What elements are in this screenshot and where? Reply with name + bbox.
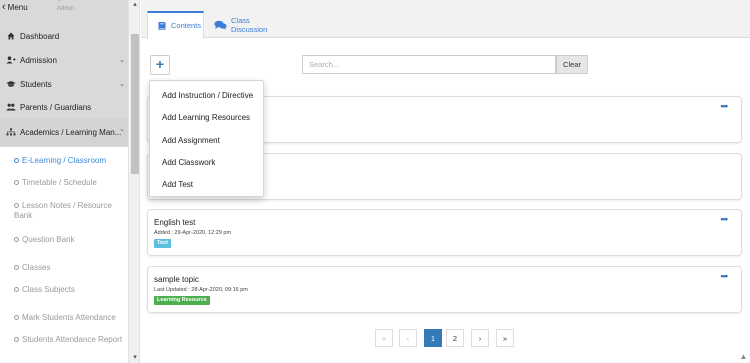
sidebar-subitem-label: Class Subjects bbox=[22, 285, 75, 294]
sidebar-item-label: Students bbox=[20, 79, 52, 89]
pagination-page-2[interactable]: 2 bbox=[446, 329, 464, 347]
sidebar-item-parents-guardians[interactable]: Parents / Guardians bbox=[0, 96, 128, 118]
sidebar-item-label: Admission bbox=[20, 55, 57, 65]
menu-item-add-assignment[interactable]: Add Assignment bbox=[150, 130, 263, 150]
sidebar-subitem-label: Question Bank bbox=[22, 235, 75, 244]
sidebar-subitem-class-subjects[interactable]: Class Subjects bbox=[0, 285, 128, 295]
sidebar-item-label: Dashboard bbox=[20, 31, 60, 41]
chevron-left-icon: ‹ bbox=[2, 1, 6, 13]
circle-icon bbox=[14, 287, 19, 292]
card-title: sample topic bbox=[154, 275, 199, 284]
chevron-down-icon: ⌄ bbox=[119, 126, 125, 133]
sidebar-subitem-mark-attendance[interactable]: Mark Students Attendance bbox=[0, 313, 128, 323]
circle-icon bbox=[14, 237, 19, 242]
add-content-dropdown: Add Instruction / Directive Add Learning… bbox=[149, 80, 264, 197]
user-plus-icon bbox=[6, 56, 16, 64]
users-icon bbox=[6, 103, 16, 111]
sidebar-subitem-timetable[interactable]: Timetable / Schedule bbox=[0, 178, 128, 188]
type-badge: Test bbox=[154, 239, 171, 248]
sidebar-subitem-label: E-Learning / Classroom bbox=[22, 156, 107, 165]
sidebar-item-students[interactable]: Students ⌄ bbox=[0, 73, 128, 95]
menu-item-add-instruction[interactable]: Add Instruction / Directive bbox=[150, 85, 263, 105]
circle-icon bbox=[14, 158, 19, 163]
circle-icon bbox=[14, 337, 19, 342]
user-role: Admin bbox=[57, 6, 75, 12]
clear-button[interactable]: Clear bbox=[556, 55, 588, 74]
ellipsis-icon[interactable]: ••• bbox=[721, 101, 729, 111]
tab-contents[interactable]: Contents bbox=[147, 11, 204, 39]
search-input[interactable] bbox=[302, 55, 556, 74]
sidebar-subitem-question-bank[interactable]: Question Bank bbox=[0, 235, 128, 245]
menu-toggle-button[interactable]: ‹ Menu bbox=[2, 1, 28, 13]
sidebar-subitem-classes[interactable]: Classes bbox=[0, 263, 128, 273]
sidebar-subitem-e-learning[interactable]: E-Learning / Classroom bbox=[0, 156, 128, 166]
content-card[interactable]: English test Added : 29-Apr-2020, 12:29 … bbox=[147, 209, 742, 256]
comments-icon bbox=[214, 20, 227, 30]
sidebar-item-academics[interactable]: Academics / Learning Man... ⌄ bbox=[0, 118, 128, 146]
chevron-down-icon: ⌄ bbox=[119, 81, 125, 88]
pagination-last[interactable]: » bbox=[496, 329, 514, 347]
scroll-down-icon[interactable]: ▾ bbox=[129, 353, 139, 363]
book-icon bbox=[157, 21, 167, 31]
home-icon bbox=[6, 32, 16, 40]
circle-icon bbox=[14, 315, 19, 320]
sidebar-subitem-attendance-report[interactable]: Students Attendance Report bbox=[0, 335, 128, 345]
tab-label: Class Discussion bbox=[231, 15, 268, 34]
sidebar-item-dashboard[interactable]: Dashboard bbox=[0, 25, 128, 47]
menu-item-add-test[interactable]: Add Test bbox=[150, 174, 263, 194]
tabs-bar: Contents Class Discussion bbox=[141, 0, 750, 39]
circle-icon bbox=[14, 180, 19, 185]
chevron-down-icon: ⌄ bbox=[119, 57, 125, 64]
sidebar-header: ‹ Menu ... Admin bbox=[0, 0, 128, 24]
sidebar-subitem-label: Students Attendance Report bbox=[22, 335, 123, 344]
circle-icon bbox=[14, 265, 19, 270]
scrollbar-thumb[interactable] bbox=[131, 34, 139, 174]
add-content-button[interactable]: + bbox=[150, 55, 170, 75]
sidebar-item-label: Academics / Learning Man... bbox=[20, 127, 122, 137]
pagination-page-1[interactable]: 1 bbox=[424, 329, 442, 347]
graduation-cap-icon bbox=[6, 80, 16, 88]
pagination-next[interactable]: › bbox=[471, 329, 489, 347]
menu-item-add-learning-resources[interactable]: Add Learning Resources bbox=[150, 107, 263, 127]
menu-item-add-classwork[interactable]: Add Classwork bbox=[150, 152, 263, 172]
sitemap-icon bbox=[6, 128, 16, 136]
ellipsis-icon[interactable]: ••• bbox=[721, 271, 729, 281]
tab-label: Contents bbox=[171, 21, 202, 30]
menu-label: Menu bbox=[7, 3, 28, 12]
card-meta: Last Updated : 28-Apr-2020, 09:16 pm bbox=[154, 287, 248, 293]
tab-class-discussion[interactable]: Class Discussion bbox=[205, 11, 293, 38]
sidebar-subitem-label: Mark Students Attendance bbox=[22, 313, 116, 322]
sidebar-scrollbar[interactable]: ▴ ▾ bbox=[128, 0, 139, 363]
card-meta: Added : 29-Apr-2020, 12:29 pm bbox=[154, 230, 232, 236]
sidebar-subitem-label: Classes bbox=[22, 263, 51, 272]
content-card[interactable]: sample topic Last Updated : 28-Apr-2020,… bbox=[147, 266, 742, 313]
circle-icon bbox=[14, 203, 19, 208]
pagination-prev[interactable]: ‹ bbox=[399, 329, 417, 347]
sidebar-subitem-label: Lesson Notes / Resource Bank bbox=[14, 201, 112, 220]
sidebar-subitem-lesson-notes[interactable]: Lesson Notes / Resource Bank bbox=[0, 201, 128, 221]
user-name: ... bbox=[57, 0, 63, 3]
main-content: Contents Class Discussion + Clear ••• En… bbox=[141, 0, 750, 363]
sidebar-subitem-label: Timetable / Schedule bbox=[22, 178, 97, 187]
scroll-up-icon[interactable]: ▴ bbox=[129, 0, 139, 10]
type-badge: Learning Resource bbox=[154, 296, 210, 305]
sidebar: ‹ Menu ... Admin Dashboard Admission ⌄ S… bbox=[0, 0, 140, 363]
ellipsis-icon[interactable]: ••• bbox=[721, 214, 729, 224]
card-title: English test bbox=[154, 218, 196, 227]
sidebar-item-label: Parents / Guardians bbox=[20, 102, 92, 112]
scroll-to-top-icon[interactable]: ▲ bbox=[737, 351, 750, 363]
pagination-first[interactable]: « bbox=[375, 329, 393, 347]
sidebar-item-admission[interactable]: Admission ⌄ bbox=[0, 49, 128, 71]
